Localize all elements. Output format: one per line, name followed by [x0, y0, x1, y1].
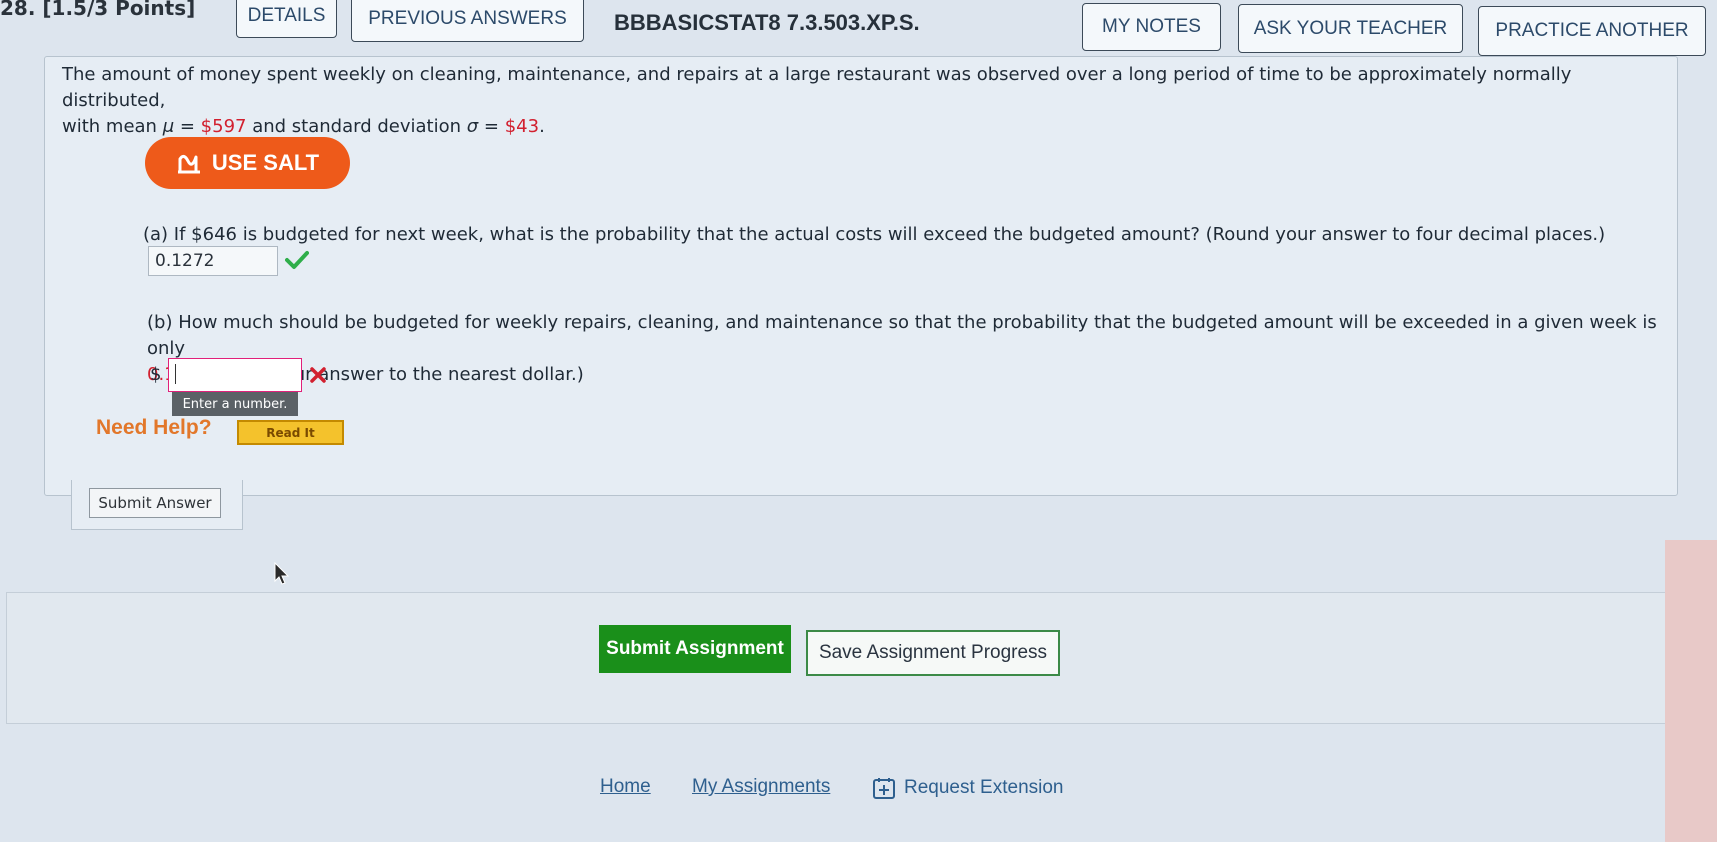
calendar-plus-icon	[873, 778, 895, 799]
mean-value: $597	[200, 116, 247, 137]
problem-code: BBBASICSTAT8 7.3.503.XP.S.	[614, 10, 920, 35]
home-link[interactable]: Home	[600, 776, 651, 798]
submit-answer-button[interactable]: Submit Answer	[89, 488, 221, 518]
my-assignments-link[interactable]: My Assignments	[692, 776, 830, 798]
part-a-prompt: (a) If $646 is budgeted for next week, w…	[143, 224, 1606, 245]
period: .	[539, 116, 545, 137]
mouse-cursor-icon	[274, 562, 290, 585]
part-a-answer-field[interactable]: 0.1272	[148, 246, 278, 276]
part-b-prompt: (b) How much should be budgeted for week…	[147, 310, 1657, 388]
currency-label: $	[150, 364, 162, 385]
equals-sign: =	[174, 116, 201, 137]
intro-sd-text: and standard deviation	[246, 116, 467, 137]
previous-answers-button[interactable]: PREVIOUS ANSWERS	[351, 0, 584, 42]
check-icon	[285, 251, 309, 269]
read-it-button[interactable]: Read It	[237, 420, 344, 445]
request-extension-link[interactable]: Request Extension	[872, 776, 1064, 800]
intro-mean-text: with mean	[62, 116, 163, 137]
problem-statement: The amount of money spent weekly on clea…	[62, 62, 1662, 140]
enter-number-tooltip: Enter a number.	[172, 392, 298, 416]
points-label: [1.5/3 Points]	[42, 0, 196, 20]
intro-text: The amount of money spent weekly on clea…	[62, 64, 1572, 111]
practice-another-button[interactable]: PRACTICE ANOTHER	[1478, 6, 1706, 56]
part-b-prompt-text: (b) How much should be budgeted for week…	[147, 312, 1657, 359]
details-button[interactable]: DETAILS	[236, 0, 337, 38]
question-header: 28. [1.5/3 Points] DETAILS PREVIOUS ANSW…	[0, 0, 1717, 60]
ask-teacher-button[interactable]: ASK YOUR TEACHER	[1238, 4, 1463, 53]
sigma-symbol: σ	[466, 116, 479, 137]
mu-symbol: μ	[162, 116, 175, 137]
background-edge	[1665, 540, 1717, 842]
equals-sign: =	[478, 116, 505, 137]
save-progress-button[interactable]: Save Assignment Progress	[806, 630, 1060, 676]
request-extension-label: Request Extension	[904, 777, 1064, 798]
text-caret	[175, 364, 176, 384]
cross-icon	[310, 367, 326, 383]
need-help-label: Need Help?	[96, 416, 212, 439]
use-salt-label: USE SALT	[211, 150, 320, 175]
submit-assignment-button[interactable]: Submit Assignment	[599, 625, 791, 673]
salt-icon	[177, 154, 200, 174]
question-number-text: 28.	[0, 0, 36, 20]
use-salt-button[interactable]: USE SALT	[145, 137, 350, 189]
question-number: 28. [1.5/3 Points]	[0, 0, 195, 20]
part-b-answer-input[interactable]	[168, 358, 302, 392]
sd-value: $43	[504, 116, 540, 137]
my-notes-button[interactable]: MY NOTES	[1082, 3, 1221, 51]
